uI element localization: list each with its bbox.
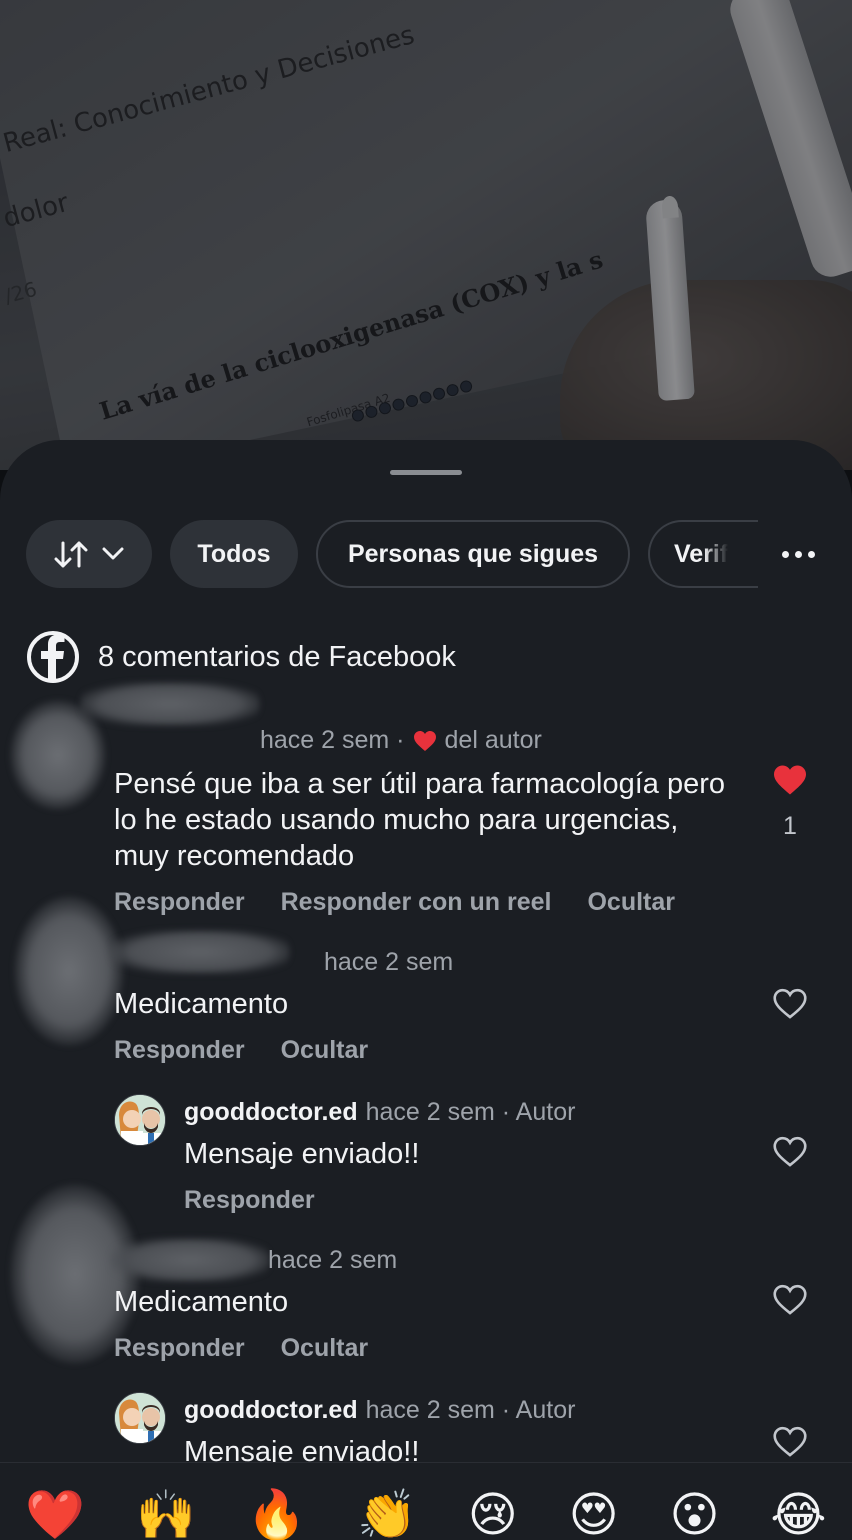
reply-username[interactable]: gooddoctor.ed [184,1396,358,1425]
author-avatar-illustration [115,1095,165,1145]
filter-verified-chip[interactable]: Verif [648,520,758,588]
hide-button[interactable]: Ocultar [587,888,675,917]
comment-timestamp: hace 2 sem · [260,726,405,754]
emoji-reaction-bar: ❤️ 🙌 🔥 👏 😢 😍 😮 😂 [0,1462,852,1540]
hide-button[interactable]: Ocultar [281,1036,369,1065]
reply-button[interactable]: Responder [184,1186,315,1215]
commenter-name-redacted[interactable] [110,1238,270,1282]
reply-timestamp: hace 2 sem · Autor [365,1098,576,1126]
author-liked-label: del autor [444,726,542,754]
heart-outline-icon [773,1136,807,1167]
reply-text: Mensaje enviado!! [184,1138,420,1170]
heart-filled-icon [774,765,806,795]
comment-text: Pensé que iba a ser útil para farmacolog… [114,768,725,872]
emoji-heart-eyes-button[interactable]: 😍 [569,1487,619,1540]
comment-meta: hace 2 sem [268,1246,397,1275]
comment-timestamp: hace 2 sem [324,948,454,976]
reply-meta: gooddoctor.ed hace 2 sem · Autor [184,1396,575,1425]
reply-timestamp: hace 2 sem · Autor [365,1396,576,1424]
emoji-surprised-button[interactable]: 😮 [670,1487,720,1540]
sort-button[interactable] [26,520,152,588]
reply-button[interactable]: Responder [114,888,245,917]
video-background[interactable]: Real: Conocimiento y Decisiones dolor /2… [0,0,852,470]
comment-text: Medicamento [114,988,289,1020]
hide-button[interactable]: Ocultar [281,1334,369,1363]
comment-meta: hace 2 sem · del autor [260,726,542,755]
comment-timestamp: hace 2 sem [268,1246,398,1274]
video-dim-overlay [0,0,852,470]
filter-verified-label: Verif [674,539,729,568]
like-button[interactable] [770,1136,810,1168]
comment-text: Medicamento [114,1286,289,1318]
sort-arrows-icon [54,541,88,568]
avatar[interactable] [114,1094,166,1146]
commenter-name-redacted[interactable] [80,682,260,726]
filter-todos-chip[interactable]: Todos [170,520,298,588]
emoji-clapping-button[interactable]: 👏 [357,1487,417,1540]
comment-actions: Responder Ocultar [114,1036,368,1065]
reply-with-reel-button[interactable]: Responder con un reel [281,888,552,917]
chevron-down-icon [102,547,124,560]
heart-outline-icon [773,988,807,1019]
like-count: 1 [783,812,797,840]
reply-actions: Responder [184,1186,315,1215]
facebook-comments-header: 8 comentarios de Facebook [26,630,456,684]
like-button[interactable] [770,988,810,1020]
facebook-icon [27,631,79,683]
filter-row: Todos Personas que sigues Verif [26,520,852,588]
more-options-icon[interactable] [778,520,818,588]
heart-outline-icon [773,1284,807,1315]
reply-button[interactable]: Responder [114,1036,245,1065]
avatar[interactable] [14,896,124,1046]
like-button[interactable] [770,1284,810,1316]
reply-meta: gooddoctor.ed hace 2 sem · Autor [184,1098,575,1127]
like-button[interactable]: 1 [770,764,810,841]
filter-following-chip[interactable]: Personas que sigues [316,520,630,588]
author-avatar-illustration [115,1393,165,1443]
avatar[interactable] [114,1392,166,1444]
like-button[interactable] [770,1426,810,1458]
emoji-laughing-button[interactable]: 😂 [770,1487,826,1540]
emoji-crying-button[interactable]: 😢 [468,1487,518,1540]
comments-count-title: 8 comentarios de Facebook [98,640,456,673]
emoji-fire-button[interactable]: 🔥 [247,1487,307,1540]
reply-username[interactable]: gooddoctor.ed [184,1098,358,1127]
comment-meta: hace 2 sem [324,948,453,977]
sheet-grabber[interactable] [390,470,462,475]
reply-button[interactable]: Responder [114,1334,245,1363]
emoji-heart-button[interactable]: ❤️ [25,1487,85,1540]
commenter-name-redacted[interactable] [110,930,290,974]
emoji-raised-hands-button[interactable]: 🙌 [136,1487,196,1540]
heart-outline-icon [773,1426,807,1457]
heart-filled-icon [413,730,436,751]
comment-actions: Responder Responder con un reel Ocultar [114,888,675,917]
comment-actions: Responder Ocultar [114,1334,368,1363]
comments-sheet: Todos Personas que sigues Verif 8 coment… [0,440,852,1540]
